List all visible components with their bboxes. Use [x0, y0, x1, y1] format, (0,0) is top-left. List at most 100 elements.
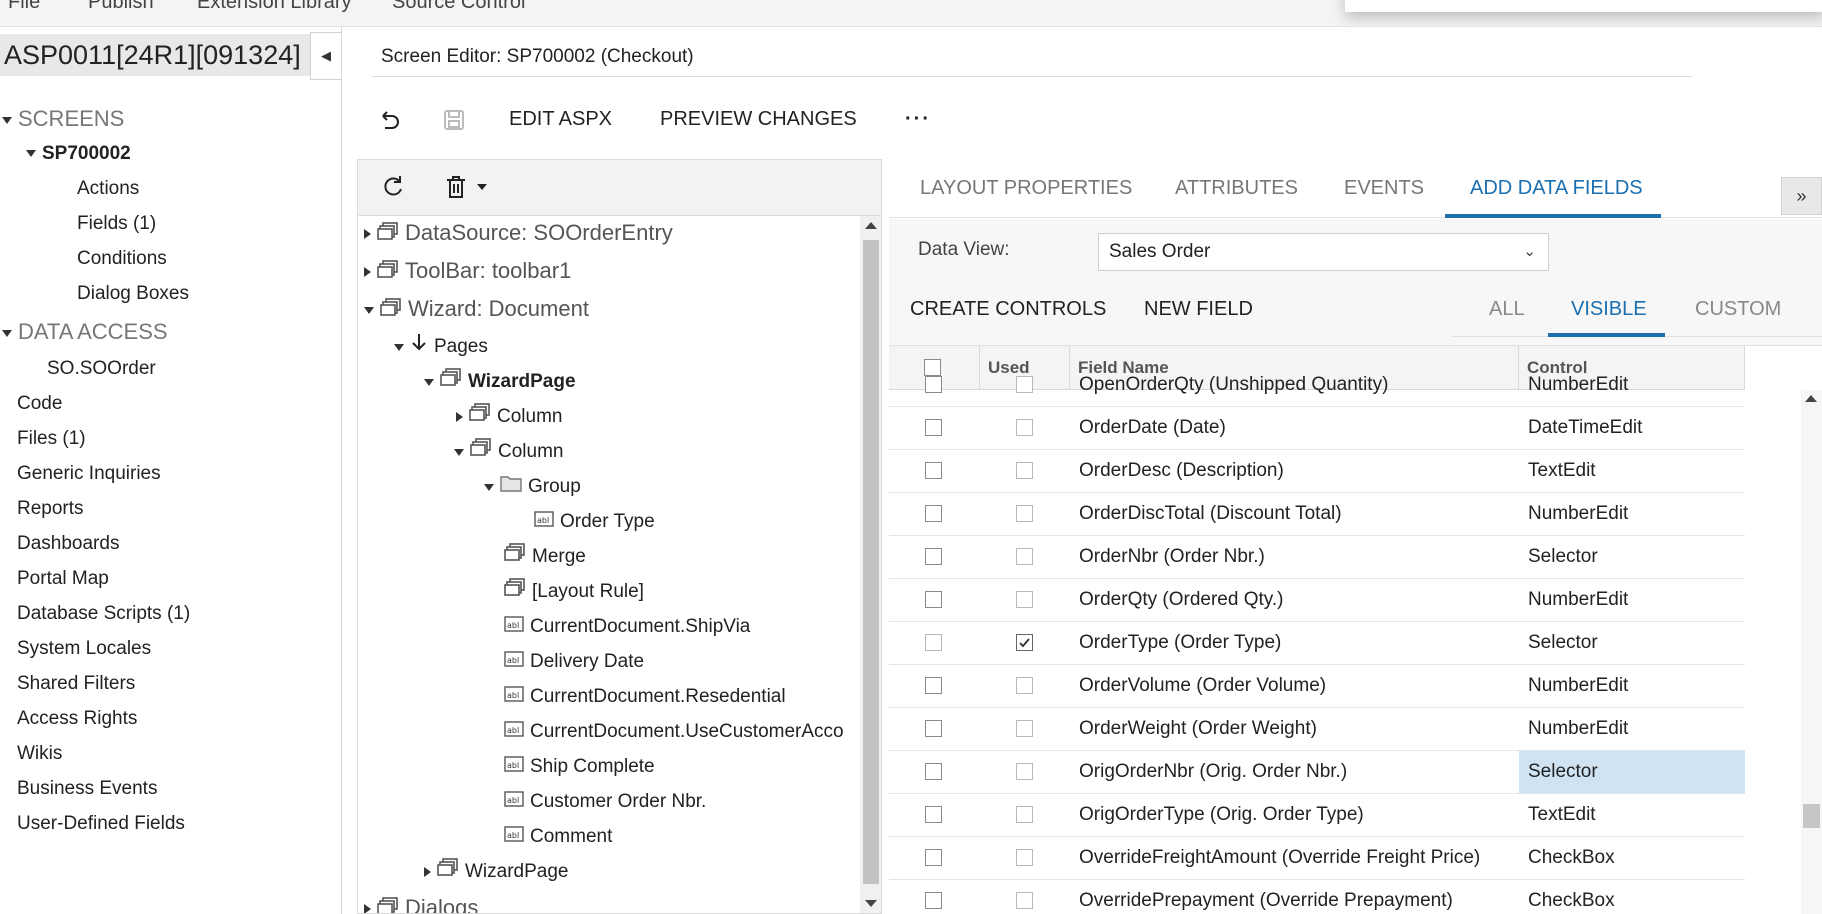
- control-cell[interactable]: CheckBox: [1519, 880, 1745, 914]
- new-field-button[interactable]: NEW FIELD: [1144, 298, 1253, 321]
- row-select-checkbox[interactable]: [925, 720, 942, 737]
- tree-node-selected[interactable]: WizardPage: [424, 367, 576, 397]
- control-cell[interactable]: Selector: [1519, 536, 1745, 578]
- table-row[interactable]: OpenOrderQty (Unshipped Quantity) NumberE…: [889, 364, 1745, 407]
- row-select-checkbox[interactable]: [925, 591, 942, 608]
- nav-item-conditions[interactable]: Conditions: [77, 244, 167, 274]
- row-select-checkbox[interactable]: [925, 376, 942, 393]
- expand-panel-button[interactable]: »: [1781, 177, 1822, 215]
- table-row[interactable]: OrderType (Order Type) Selector: [889, 622, 1745, 665]
- nav-item-portal-map[interactable]: Portal Map: [17, 564, 109, 594]
- menu-source-control[interactable]: Source Control: [392, 0, 525, 14]
- menu-extension-library[interactable]: Extension Library: [197, 0, 352, 14]
- nav-item-fields[interactable]: Fields (1): [77, 209, 156, 239]
- tree-node[interactable]: Dialogs: [364, 893, 478, 913]
- tree-node[interactable]: Wizard: Document: [364, 294, 589, 324]
- row-select-checkbox[interactable]: [925, 548, 942, 565]
- tree-node[interactable]: abl Customer Order Nbr.: [504, 787, 706, 817]
- more-actions-button[interactable]: ···: [905, 100, 931, 138]
- control-cell[interactable]: TextEdit: [1519, 450, 1745, 492]
- control-cell[interactable]: NumberEdit: [1519, 493, 1745, 535]
- nav-screen-sp700002[interactable]: SP700002: [26, 139, 131, 169]
- nav-item-business-events[interactable]: Business Events: [17, 774, 157, 804]
- tab-add-data-fields[interactable]: ADD DATA FIELDS: [1470, 177, 1643, 200]
- scroll-up-icon[interactable]: [865, 222, 877, 229]
- nav-item-actions[interactable]: Actions: [77, 174, 139, 204]
- table-row[interactable]: OrderDate (Date) DateTimeEdit: [889, 407, 1745, 450]
- tree-scroll-thumb[interactable]: [863, 240, 879, 884]
- preview-changes-button[interactable]: PREVIEW CHANGES: [660, 100, 857, 138]
- nav-item-dashboards[interactable]: Dashboards: [17, 529, 119, 559]
- nav-item-generic-inquiries[interactable]: Generic Inquiries: [17, 459, 161, 489]
- create-controls-button[interactable]: CREATE CONTROLS: [910, 298, 1106, 321]
- filter-tab-visible[interactable]: VISIBLE: [1571, 298, 1647, 321]
- table-row[interactable]: OrderWeight (Order Weight) NumberEdit: [889, 708, 1745, 751]
- tree-node[interactable]: abl CurrentDocument.UseCustomerAcco: [504, 717, 844, 747]
- nav-item-dialog-boxes[interactable]: Dialog Boxes: [77, 279, 189, 309]
- row-select-checkbox[interactable]: [925, 806, 942, 823]
- control-cell[interactable]: NumberEdit: [1519, 708, 1745, 750]
- control-cell[interactable]: Selector: [1519, 622, 1745, 664]
- nav-item-user-defined-fields[interactable]: User-Defined Fields: [17, 809, 185, 839]
- tree-node[interactable]: Column: [456, 402, 562, 432]
- table-row-selected[interactable]: OrigOrderNbr (Orig. Order Nbr.) Selector: [889, 751, 1745, 794]
- table-row[interactable]: OrderQty (Ordered Qty.) NumberEdit: [889, 579, 1745, 622]
- table-row[interactable]: OrderDesc (Description) TextEdit: [889, 450, 1745, 493]
- tree-node[interactable]: abl Order Type: [534, 507, 655, 537]
- nav-item-access-rights[interactable]: Access Rights: [17, 704, 137, 734]
- nav-item-files[interactable]: Files (1): [17, 424, 86, 454]
- table-row[interactable]: OrderVolume (Order Volume) NumberEdit: [889, 665, 1745, 708]
- save-button[interactable]: [442, 100, 466, 138]
- nav-section-screens[interactable]: SCREENS: [2, 104, 124, 134]
- scroll-down-icon[interactable]: [865, 900, 877, 907]
- row-select-checkbox[interactable]: [925, 419, 942, 436]
- tree-node[interactable]: Column: [454, 437, 563, 467]
- control-cell[interactable]: NumberEdit: [1519, 364, 1745, 406]
- grid-scrollbar[interactable]: [1801, 390, 1822, 914]
- control-cell[interactable]: DateTimeEdit: [1519, 407, 1745, 449]
- collapse-panel-button[interactable]: ◀: [310, 32, 341, 80]
- row-select-checkbox[interactable]: [925, 849, 942, 866]
- tree-node[interactable]: abl CurrentDocument.ShipVia: [504, 612, 750, 642]
- nav-item-database-scripts[interactable]: Database Scripts (1): [17, 599, 190, 629]
- tree-node[interactable]: Merge: [504, 542, 586, 572]
- nav-item-so-soorder[interactable]: SO.SOOrder: [47, 354, 156, 384]
- tree-node[interactable]: Group: [484, 472, 581, 502]
- row-select-checkbox[interactable]: [925, 892, 942, 909]
- menu-file[interactable]: File: [8, 0, 40, 14]
- row-select-checkbox[interactable]: [925, 462, 942, 479]
- tree-node[interactable]: ToolBar: toolbar1: [364, 256, 571, 286]
- nav-item-wikis[interactable]: Wikis: [17, 739, 62, 769]
- tab-attributes[interactable]: ATTRIBUTES: [1175, 177, 1298, 200]
- tree-node[interactable]: DataSource: SOOrderEntry: [364, 218, 673, 248]
- row-select-checkbox[interactable]: [925, 505, 942, 522]
- table-row[interactable]: OrigOrderType (Orig. Order Type) TextEdit: [889, 794, 1745, 837]
- undo-button[interactable]: [376, 100, 402, 138]
- filter-tab-custom[interactable]: CUSTOM: [1695, 298, 1781, 321]
- delete-button[interactable]: [444, 174, 488, 206]
- nav-item-system-locales[interactable]: System Locales: [17, 634, 151, 664]
- control-cell[interactable]: TextEdit: [1519, 794, 1745, 836]
- row-select-checkbox[interactable]: [925, 634, 942, 651]
- tree-node[interactable]: Pages: [394, 332, 488, 362]
- nav-item-code[interactable]: Code: [17, 389, 62, 419]
- nav-item-reports[interactable]: Reports: [17, 494, 84, 524]
- edit-aspx-button[interactable]: EDIT ASPX: [509, 100, 612, 138]
- table-row[interactable]: OverridePrepayment (Override Prepayment)…: [889, 880, 1745, 914]
- tab-events[interactable]: EVENTS: [1344, 177, 1424, 200]
- control-cell[interactable]: CheckBox: [1519, 837, 1745, 879]
- grid-scroll-thumb[interactable]: [1803, 804, 1820, 828]
- tree-node[interactable]: WizardPage: [424, 857, 569, 887]
- tree-node[interactable]: abl Comment: [504, 822, 612, 852]
- row-select-checkbox[interactable]: [925, 763, 942, 780]
- table-row[interactable]: OverrideFreightAmount (Override Freight …: [889, 837, 1745, 880]
- filter-tab-all[interactable]: ALL: [1489, 298, 1525, 321]
- refresh-button[interactable]: [380, 174, 406, 206]
- control-cell[interactable]: NumberEdit: [1519, 665, 1745, 707]
- tree-node[interactable]: abl Delivery Date: [504, 647, 644, 677]
- control-cell[interactable]: NumberEdit: [1519, 579, 1745, 621]
- tree-scrollbar[interactable]: [860, 216, 881, 913]
- menu-publish[interactable]: Publish: [88, 0, 154, 14]
- scroll-up-icon[interactable]: [1805, 395, 1817, 402]
- data-view-select[interactable]: Sales Order ⌄: [1098, 233, 1549, 271]
